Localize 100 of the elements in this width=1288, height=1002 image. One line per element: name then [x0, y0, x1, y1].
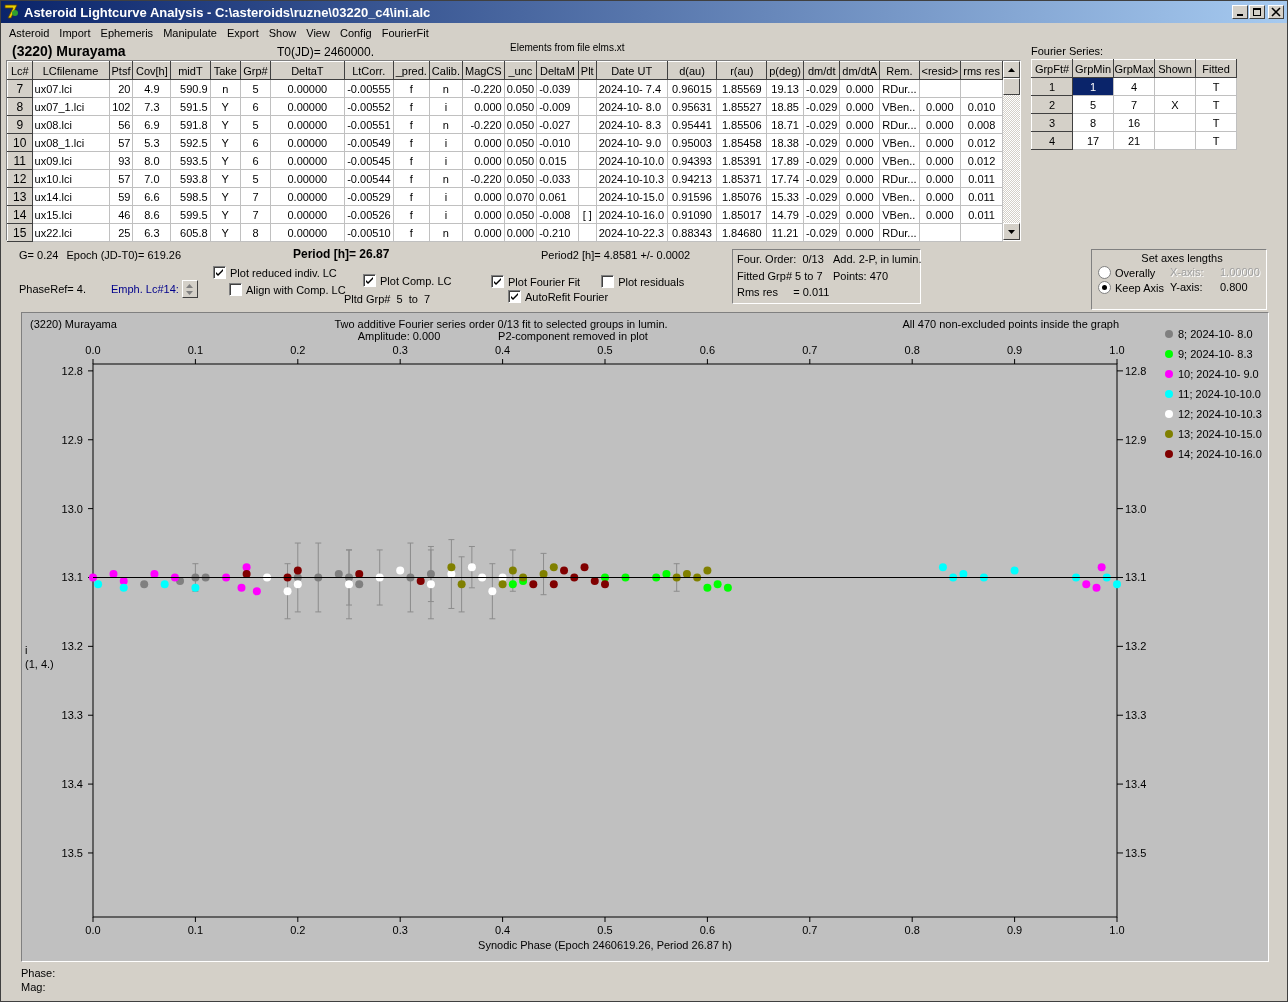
table-cell: 0.000	[919, 97, 961, 116]
table-cell: -0.027	[536, 115, 579, 134]
table-cell: 17.89	[766, 151, 804, 170]
table-cell: 0.000	[919, 205, 961, 224]
fit-summary-text: Points: 470	[833, 269, 890, 284]
table-cell: 56	[109, 115, 133, 134]
x-axis-label: Synodic Phase (Epoch 2460619.26, Period 26.87 h)	[478, 939, 732, 951]
table-cell: [ ]	[578, 205, 597, 224]
amplitude-label: Amplitude: 0.000	[357, 330, 441, 342]
phase-ref-value: PhaseRef= 4.	[19, 283, 86, 295]
table-cell: VBen..	[879, 187, 919, 206]
table-cell: 1.85527	[716, 97, 767, 116]
table-cell: VBen..	[879, 133, 919, 152]
table-cell: 0.000	[919, 151, 961, 170]
table-cell: 0.95631	[667, 97, 717, 116]
tick-label: 12.8	[61, 364, 83, 377]
table-cell: i	[429, 205, 463, 224]
table-cell: 0.000	[839, 133, 880, 152]
table-cell: f	[393, 79, 430, 98]
table-cell: -0.039	[536, 79, 579, 98]
epoch-label: T0(JD)= 2460000.	[277, 45, 376, 59]
table-cell: -0.029	[803, 133, 840, 152]
table-cell: 0.015	[536, 151, 579, 170]
table-cell: -0.00545	[344, 151, 394, 170]
tick-label: 0.1	[187, 344, 204, 356]
tick-label: 0.4	[494, 344, 511, 356]
chart-title: Two additive Fourier series order 0/13 fit to selected groups in lumin.	[334, 318, 668, 330]
table-cell: -0.00552	[344, 97, 394, 116]
table-cell: 593.5	[170, 151, 211, 170]
table-cell: i	[429, 187, 463, 206]
table-cell: 0.91596	[667, 187, 717, 206]
table-cell: -0.210	[536, 223, 579, 242]
table-cell: 0.000	[462, 205, 505, 224]
table-cell: 7	[240, 187, 271, 206]
table-cell: 0.95003	[667, 133, 717, 152]
tick-label: 1.0	[1109, 344, 1125, 356]
table-cell: 599.5	[170, 205, 211, 224]
table-cell: -0.00549	[344, 133, 394, 152]
plotted-groups: Pltd Grp# 5 to 7	[344, 293, 452, 305]
tick-label: 0.9	[1006, 344, 1023, 356]
asteroid-name: (3220) Murayama	[12, 43, 127, 59]
tick-label: 0.0	[85, 344, 101, 356]
table-cell: 0.000	[504, 223, 537, 242]
table-cell: -0.220	[462, 79, 505, 98]
tick-label: 0.1	[187, 924, 204, 936]
table-cell: -0.00555	[344, 79, 394, 98]
table-cell: 4.9	[133, 79, 171, 98]
points-note: All 470 non-excluded points inside the graph	[902, 318, 1119, 330]
table-cell: ux08.lci	[32, 115, 110, 134]
table-cell: 2024-10-10.0	[596, 151, 668, 170]
table-cell: 5	[240, 169, 271, 188]
table-cell: ux08_1.lci	[32, 133, 110, 152]
tick-label: 0.3	[392, 344, 408, 356]
table-cell: 1.85569	[716, 79, 767, 98]
fit-summary-text: Rms res = 0.011	[737, 286, 831, 300]
chart-note: P2-component removed in plot	[498, 330, 648, 342]
table-cell: 0.011	[960, 187, 1003, 206]
table-cell: -0.00526	[344, 205, 394, 224]
table-cell: VBen..	[879, 151, 919, 170]
table-cell: 598.5	[170, 187, 211, 206]
table-cell: 0.000	[839, 187, 880, 206]
tick-label: 0.7	[802, 924, 818, 936]
table-cell: 2024-10- 7.4	[596, 79, 668, 98]
legend-label: 8; 2024-10- 8.0	[1178, 328, 1253, 340]
tick-label: 0.3	[392, 924, 408, 936]
object-name: (3220) Murayama	[30, 318, 117, 330]
table-cell: 6	[240, 133, 271, 152]
table-cell: -0.029	[803, 223, 840, 242]
table-cell: 5	[240, 79, 271, 98]
table-cell: -0.029	[803, 205, 840, 224]
table-cell: 0.050	[504, 79, 537, 98]
tick-label: 13.0	[61, 502, 83, 515]
table-cell: 2024-10- 8.0	[596, 97, 668, 116]
table-cell: f	[393, 223, 430, 242]
table-cell: Y	[210, 169, 241, 188]
tick-label: 13.1	[61, 571, 83, 584]
table-cell: 7.0	[133, 169, 171, 188]
table-cell: 0.96015	[667, 79, 717, 98]
table-cell: f	[393, 169, 430, 188]
table-cell: 6	[240, 97, 271, 116]
table-cell: -0.00551	[344, 115, 394, 134]
table-cell: 0.012	[960, 133, 1003, 152]
tick-label: 1.0	[1109, 924, 1125, 936]
table-cell: 1.85506	[716, 115, 767, 134]
tick-label: 13.5	[61, 846, 83, 859]
table-cell: 11.21	[766, 223, 804, 242]
emphasis-label: Emph. Lc#14:	[110, 283, 179, 295]
table-cell: -0.220	[462, 115, 505, 134]
table-cell: -0.008	[536, 205, 579, 224]
table-cell: 0.000	[839, 223, 880, 242]
table-cell: 0.000	[462, 187, 505, 206]
table-cell: -0.00510	[344, 223, 394, 242]
table-cell: 0.91090	[667, 205, 717, 224]
table-cell: 0.008	[960, 115, 1003, 134]
table-cell: f	[393, 187, 430, 206]
table-cell: -0.220	[462, 169, 505, 188]
table-cell: -0.029	[803, 151, 840, 170]
table-cell: 5	[240, 115, 271, 134]
table-cell: 1.85371	[716, 169, 767, 188]
g-value: G= 0.24	[19, 249, 59, 261]
